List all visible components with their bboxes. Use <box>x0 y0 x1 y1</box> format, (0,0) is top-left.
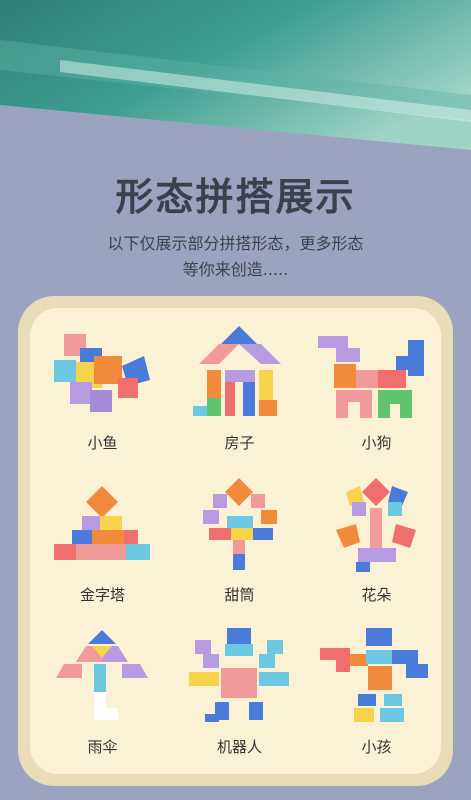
header-banner <box>0 0 471 150</box>
shape-label-umbrella: 雨伞 <box>87 738 118 756</box>
shape-label-robot: 机器人 <box>216 738 262 756</box>
flower-illustration <box>336 478 416 572</box>
shape-card-ice-cream: 甜筒 <box>171 472 308 622</box>
shape-label-dog: 小狗 <box>361 434 392 452</box>
house-illustration <box>193 326 281 416</box>
subtitle-line-2: 等你来创造..... <box>182 260 289 279</box>
shape-label-house: 房子 <box>224 434 255 452</box>
shape-card-child: 小孩 <box>308 624 445 774</box>
fish-illustration <box>54 334 150 412</box>
shape-card-umbrella: 雨伞 <box>34 624 171 774</box>
pyramid-illustration <box>54 486 150 560</box>
shape-card-house: 房子 <box>171 320 308 470</box>
shape-card-robot: 机器人 <box>171 624 308 774</box>
dog-illustration <box>318 336 424 418</box>
shape-label-fish: 小鱼 <box>87 434 118 452</box>
robot-illustration <box>189 628 289 722</box>
shape-label-child: 小孩 <box>361 738 392 756</box>
shape-label-ice-cream: 甜筒 <box>224 586 255 604</box>
shape-card-flower: 花朵 <box>308 472 445 622</box>
umbrella-illustration <box>56 630 148 720</box>
shape-card-dog: 小狗 <box>308 320 445 470</box>
shape-card-pyramid: 金字塔 <box>34 472 171 622</box>
subtitle-line-1: 以下仅展示部分拼搭形态，更多形态 <box>107 234 364 253</box>
shape-label-flower: 花朵 <box>361 586 392 604</box>
shape-label-pyramid: 金字塔 <box>79 586 125 604</box>
child-illustration <box>320 628 428 722</box>
shape-card-fish: 小鱼 <box>34 320 171 470</box>
ice-cream-illustration <box>203 478 277 570</box>
page-title: 形态拼搭展示 <box>115 175 356 219</box>
